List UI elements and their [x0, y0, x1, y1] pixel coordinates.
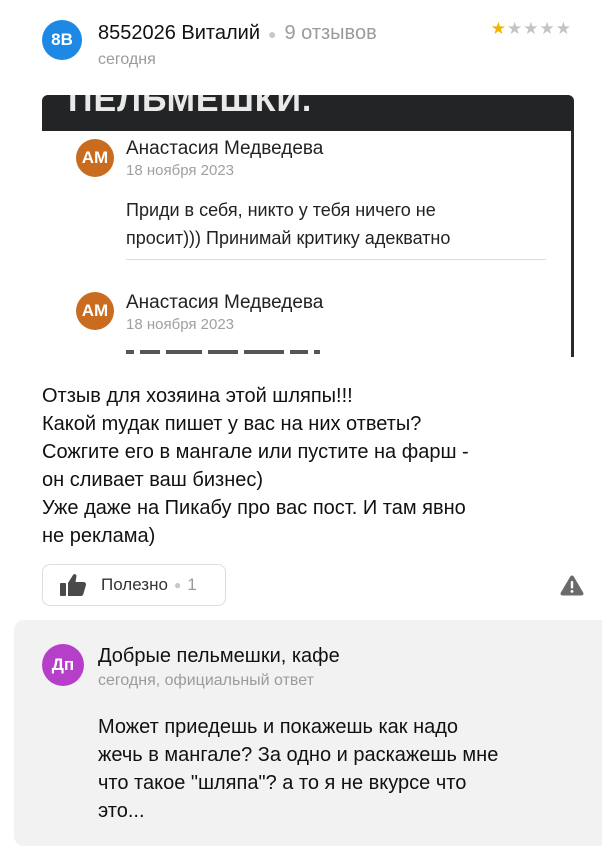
useful-button[interactable]: Полезно ● 1	[42, 564, 226, 606]
separator-dot: ●	[268, 25, 277, 42]
photo-banner-text: ПЕЛЬМЕШКИ.	[68, 95, 313, 119]
useful-label: Полезно	[101, 575, 168, 594]
review-text-line: Сожгите его в мангале или пустите на фар…	[42, 441, 469, 463]
commenter-avatar: АМ	[76, 292, 114, 330]
star-icon: ★	[555, 19, 572, 38]
review-text-line: не реклама)	[42, 525, 156, 547]
star-icon: ★	[507, 19, 524, 38]
photo-edge	[571, 131, 574, 357]
comment-divider	[126, 259, 546, 260]
review-text-line: он сливает ваш бизнес)	[42, 469, 264, 491]
business-name[interactable]: Добрые пельмешки, кафе	[98, 645, 340, 668]
star-icon: ★	[523, 19, 540, 38]
comment-date: 18 ноября 2023	[126, 316, 235, 333]
review-text-line: Отзыв для хозяина этой шляпы!!!	[42, 385, 353, 407]
review-date: сегодня	[98, 51, 156, 68]
comment-text-line: Приди в себя, никто у тебя ничего не	[126, 200, 436, 220]
commenter-name: Анастасия Медведева	[126, 292, 324, 313]
reply-text-line: что такое "шляпа"? а то я не вкурсе что	[98, 772, 467, 794]
reply-text-line: это...	[98, 800, 145, 822]
warning-icon[interactable]	[560, 574, 584, 596]
reply-text-line: Может приедешь и покажешь как надо	[98, 716, 459, 738]
comment-text: Приди в себя, никто у тебя ничего не про…	[126, 196, 450, 252]
comment-text-cut-off	[126, 350, 356, 356]
official-reply: Дп Добрые пельмешки, кафе сегодня, офици…	[14, 620, 602, 846]
author-line: 8552026 Виталий ● 9 отзывов	[98, 22, 377, 45]
reply-meta: сегодня, официальный ответ	[98, 672, 314, 689]
photo-banner: ПЕЛЬМЕШКИ.	[42, 95, 574, 131]
star-icon: ★	[490, 19, 507, 38]
useful-count: 1	[187, 575, 197, 594]
comment-text-line: просит))) Принимай критику адекватно	[126, 228, 451, 248]
author-name[interactable]: 8552026 Виталий	[98, 22, 260, 45]
review-text-line: Уже даже на Пикабу про вас пост. И там я…	[42, 497, 466, 519]
review-text-line: Какой mудак пишет у вас на них ответы?	[42, 413, 422, 435]
business-avatar[interactable]: Дп	[42, 644, 84, 686]
review-photo[interactable]: ПЕЛЬМЕШКИ. АМ Анастасия Медведева 18 ноя…	[42, 95, 574, 357]
commenter-avatar: АМ	[76, 139, 114, 177]
reply-text-line: жечь в мангале? За одно и раскажешь мне	[98, 744, 499, 766]
author-review-count: 9 отзывов	[284, 22, 377, 44]
commenter-name: Анастасия Медведева	[126, 138, 324, 159]
author-avatar[interactable]: 8В	[42, 20, 82, 60]
rating-stars: ★★★★★	[491, 19, 572, 39]
thumbs-up-icon	[60, 574, 87, 596]
star-icon: ★	[539, 19, 556, 38]
comment-date: 18 ноября 2023	[126, 162, 235, 179]
separator-dot: ●	[173, 578, 182, 592]
review-text: Отзыв для хозяина этой шляпы!!! Какой mу…	[42, 382, 562, 550]
reply-text: Может приедешь и покажешь как надо жечь …	[98, 713, 578, 825]
